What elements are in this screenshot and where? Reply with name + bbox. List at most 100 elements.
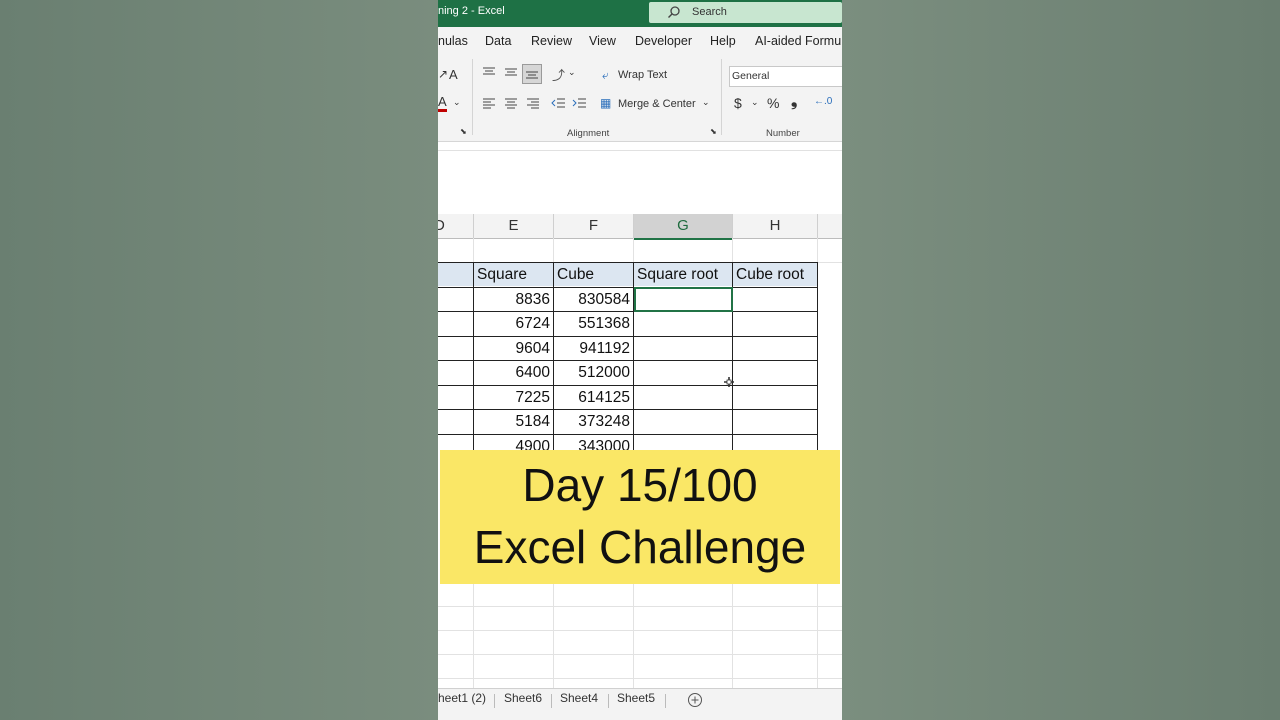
increase-decimal-icon[interactable]: ←.0 [814, 96, 832, 107]
table-cell[interactable]: 6724 [474, 312, 553, 336]
active-cell-g3[interactable] [634, 287, 733, 312]
banner-day-text: Day 15/100 [522, 459, 758, 511]
sheet-tabs: heet1 (2) Sheet6 Sheet4 Sheet5 [438, 688, 842, 713]
separator [608, 694, 609, 708]
chevron-down-icon[interactable]: ⌄ [702, 97, 710, 108]
separator [551, 694, 552, 708]
tab-formulas[interactable]: nulas [438, 34, 468, 48]
wrap-text-button[interactable]: Wrap Text [618, 69, 667, 81]
align-bottom-icon [526, 71, 538, 79]
column-header-e[interactable]: E [474, 214, 554, 238]
merge-center-icon[interactable]: ▦ [600, 96, 611, 110]
sheet-tab-sheet5[interactable]: Sheet5 [617, 691, 655, 705]
separator [665, 694, 666, 708]
separator [472, 59, 473, 135]
column-header-d[interactable]: D [438, 214, 474, 238]
align-top-icon[interactable] [482, 66, 496, 78]
orientation-icon[interactable]: ⤴ [552, 65, 565, 84]
table-border [438, 360, 818, 361]
table-border [438, 434, 818, 435]
wrap-text-icon[interactable]: ⤶ [602, 68, 609, 83]
add-sheet-icon[interactable] [687, 692, 703, 708]
percent-button[interactable]: % [767, 95, 779, 111]
header-cube[interactable]: Cube [554, 263, 633, 287]
banner-title-text: Excel Challenge [473, 521, 807, 573]
sheet-tab-sheet1-2[interactable]: heet1 (2) [438, 691, 486, 705]
cell-cursor-icon [724, 377, 734, 387]
table-cell[interactable]: 5184 [474, 410, 553, 434]
column-headers: D E F G H [438, 214, 842, 240]
align-right-icon[interactable] [526, 97, 540, 109]
table-border [438, 385, 818, 386]
number-group-label: Number [766, 128, 800, 139]
challenge-banner: Day 15/100 Excel Challenge [440, 450, 840, 584]
table-cell[interactable]: 373248 [554, 410, 633, 434]
table-border [438, 287, 818, 288]
column-header-h[interactable]: H [733, 214, 818, 238]
table-border [438, 336, 818, 337]
increase-indent-icon[interactable] [572, 97, 587, 109]
chevron-down-icon[interactable]: ⌄ [751, 97, 759, 108]
align-left-icon[interactable] [482, 97, 496, 109]
formula-area [438, 150, 842, 207]
table-border [438, 311, 818, 312]
tab-data[interactable]: Data [485, 34, 511, 48]
separator [494, 694, 495, 708]
number-format-select[interactable]: General [729, 66, 842, 87]
background-right [842, 0, 1280, 720]
chevron-down-icon[interactable]: ⌄ [453, 97, 461, 108]
window-title: ning 2 - Excel [438, 5, 505, 17]
align-middle-icon[interactable] [504, 66, 518, 78]
table-cell[interactable]: 8836 [474, 288, 553, 312]
header-square-root[interactable]: Square root [634, 263, 732, 287]
table-cell[interactable]: 512000 [554, 361, 633, 385]
column-header-f[interactable]: F [554, 214, 634, 238]
font-dialog-launcher-icon[interactable]: ⬊ [460, 127, 467, 136]
tab-developer[interactable]: Developer [635, 34, 692, 48]
ribbon-tabs: nulas Data Review View Developer Help AI… [438, 27, 842, 55]
currency-button[interactable]: $ [734, 95, 742, 111]
search-placeholder: Search [692, 6, 727, 18]
sheet-tab-sheet6[interactable]: Sheet6 [504, 691, 542, 705]
merge-center-button[interactable]: Merge & Center [618, 98, 696, 110]
header-cube-root[interactable]: Cube root [733, 263, 817, 287]
search-box[interactable]: Search [649, 2, 842, 23]
number-format-value: General [732, 70, 770, 82]
chevron-down-icon[interactable]: ⌄ [568, 67, 576, 78]
table-cell[interactable]: 9604 [474, 337, 553, 361]
tab-help[interactable]: Help [710, 34, 736, 48]
title-bar: ning 2 - Excel Search [438, 0, 842, 27]
table-cell[interactable]: 830584 [554, 288, 633, 312]
gridline [438, 654, 842, 655]
table-cell[interactable]: 551368 [554, 312, 633, 336]
sheet-tab-sheet4[interactable]: Sheet4 [560, 691, 598, 705]
header-square[interactable]: Square [474, 263, 553, 287]
gridline [438, 678, 842, 679]
ribbon: ↗ A A ⌄ ⬊ ⤴ ⌄ ⤶ Wrap Text ▦ Merge & Cent… [438, 55, 842, 142]
comma-style-icon[interactable]: ❟ [791, 93, 797, 111]
gridline [438, 630, 842, 631]
status-bar [438, 712, 842, 720]
search-icon [668, 6, 680, 18]
tab-view[interactable]: View [589, 34, 616, 48]
separator [721, 59, 722, 135]
column-header-g[interactable]: G [634, 214, 733, 240]
font-color-button[interactable]: A [438, 95, 447, 112]
table-cell[interactable]: 941192 [554, 337, 633, 361]
alignment-dialog-launcher-icon[interactable]: ⬊ [710, 127, 717, 136]
decrease-indent-icon[interactable] [551, 97, 566, 109]
align-center-icon[interactable] [504, 97, 518, 109]
excel-window: ning 2 - Excel Search nulas Data Review … [438, 0, 842, 720]
tab-review[interactable]: Review [531, 34, 572, 48]
table-cell[interactable]: 6400 [474, 361, 553, 385]
table-border [438, 262, 818, 263]
gridline [438, 606, 842, 607]
tab-ai-aided-formula[interactable]: AI-aided Formu [755, 34, 841, 48]
align-bottom-button[interactable] [522, 64, 542, 84]
grow-font-icon[interactable]: ↗ [438, 67, 448, 81]
table-cell[interactable]: 614125 [554, 386, 633, 410]
table-cell[interactable]: 7225 [474, 386, 553, 410]
font-size-up-button[interactable]: A [449, 67, 458, 82]
alignment-group-label: Alignment [567, 128, 610, 139]
table-border [438, 409, 818, 410]
